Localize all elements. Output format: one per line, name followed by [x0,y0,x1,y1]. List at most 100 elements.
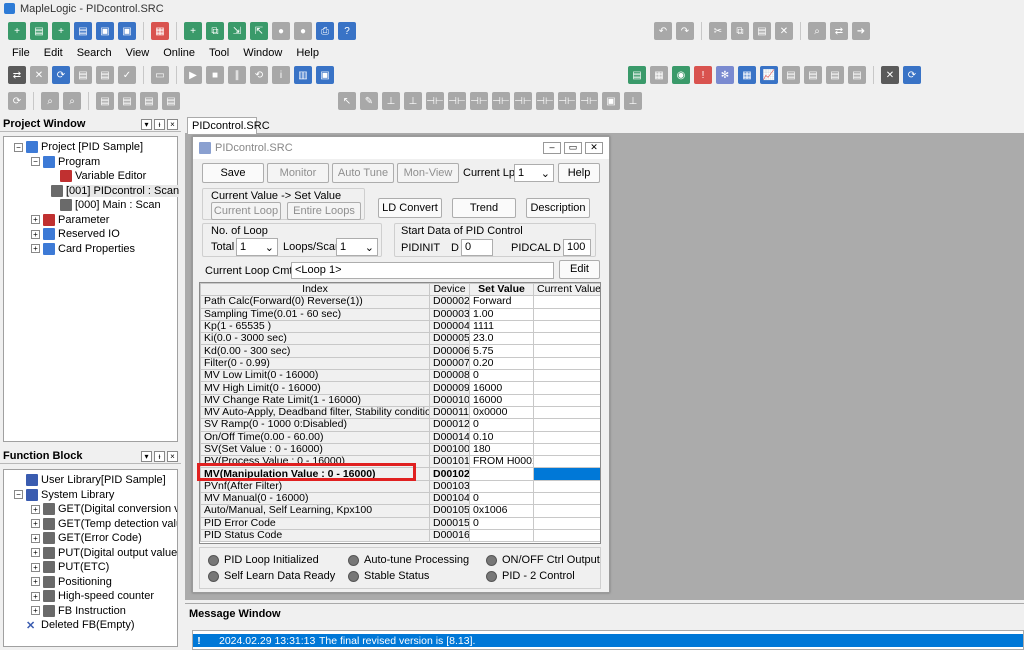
tab-pidcontrol[interactable]: PIDcontrol.SRC [187,117,270,134]
expander-icon[interactable]: + [31,591,40,601]
table-row[interactable]: Filter(0 - 0.99) D00007 0.20 [200,356,600,371]
program-import-icon[interactable]: ⇱ [250,22,268,40]
expander-icon[interactable]: + [31,533,40,543]
project-tree-item[interactable]: + Reserved IO [14,227,177,242]
save-icon[interactable]: ▣ [96,22,114,40]
project-tree-item[interactable]: + Parameter [14,213,177,228]
ladder-tool-icon[interactable]: ⟳ [8,92,26,110]
data-monitor-icon[interactable]: ▤ [628,66,646,84]
table-row[interactable]: MV Low Limit(0 - 16000) D00008 0 [200,369,600,383]
table-row[interactable]: MV Auto-Apply, Deadband filter, Stabilit… [200,405,600,420]
table-row[interactable]: MV(Manipulation Value : 0 - 16000) D00102 [200,467,600,481]
menu-file[interactable]: File [12,47,30,59]
edit-button[interactable]: Edit [559,260,600,279]
cell-set-value[interactable]: 16000 [469,381,534,395]
project-tree-item[interactable]: − Program [14,155,177,170]
cell-current-value[interactable] [533,418,600,432]
doc-icon[interactable]: ▤ [782,66,800,84]
loops-scan-select[interactable]: 1 ⌄ [336,238,378,256]
cell-set-value[interactable]: 0x1006 [469,504,534,518]
table-row[interactable]: MV Manual(0 - 16000) D00104 0 [200,492,600,506]
current-lp-select[interactable]: 1 ⌄ [514,164,554,182]
coil-reset-icon[interactable]: ⊣⊢ [558,92,576,110]
function-block-item[interactable]: + GET(Error Code) [14,531,177,546]
cell-set-value[interactable]: 0 [469,516,534,530]
table-row[interactable]: PV(Process Value : 0 - 16000) D00101 FROM … [200,455,600,469]
panel-dropdown-icon[interactable]: ▾ [141,118,152,130]
program-copy-icon[interactable]: ⧉ [206,22,224,40]
ladder-end-icon[interactable]: ⊥ [624,92,642,110]
stop-plc-icon[interactable]: ■ [206,66,224,84]
box-icon[interactable]: ▣ [602,92,620,110]
fb-pin-icon[interactable]: ᵻ [154,450,165,462]
cell-current-value[interactable] [533,528,600,543]
cell-current-value[interactable] [533,430,600,444]
cell-set-value[interactable]: 0.10 [469,430,534,444]
calculator-icon[interactable]: ▦ [738,66,756,84]
cell-current-value[interactable] [533,295,600,309]
minimize-icon[interactable]: – [543,142,561,154]
table-row[interactable]: MV Change Rate Limit(1 - 16000) D00010 160… [200,393,600,407]
save-all-icon[interactable]: ▣ [118,22,136,40]
menu-window[interactable]: Window [243,47,282,59]
cell-current-value[interactable] [533,467,600,481]
cell-current-value[interactable] [533,332,600,346]
zoom-out-icon[interactable]: ⌕ [63,92,81,110]
function-block-item[interactable]: + PUT(Digital output value) [14,546,177,561]
program-add-icon[interactable]: + [184,22,202,40]
function-block-item[interactable]: − System Library [14,488,177,503]
cell-set-value[interactable]: Forward [469,295,534,309]
delete-icon[interactable]: ✕ [775,22,793,40]
grid-icon[interactable]: ▦ [151,22,169,40]
info-icon[interactable]: i [272,66,290,84]
row-insert-icon[interactable]: ▤ [96,92,114,110]
replace-icon[interactable]: ⇄ [830,22,848,40]
book-icon[interactable]: ▥ [294,66,312,84]
expander-icon[interactable]: − [14,142,23,152]
cell-current-value[interactable] [533,369,600,383]
cut-icon[interactable]: ✂ [709,22,727,40]
ld-convert-button[interactable]: LD Convert [378,198,442,218]
panel-pin-icon[interactable]: ᵻ [154,118,165,130]
menu-view[interactable]: View [126,47,150,59]
redo-icon[interactable]: ↷ [676,22,694,40]
expander-icon[interactable]: + [31,606,40,616]
open-file-icon[interactable]: ▤ [74,22,92,40]
expander-icon[interactable]: + [31,519,40,529]
expander-icon[interactable]: − [14,490,23,500]
help-icon[interactable]: ? [338,22,356,40]
cell-set-value[interactable]: 5.75 [469,344,534,358]
cell-set-value[interactable]: 23.0 [469,332,534,346]
read-plc-icon[interactable]: ▤ [74,66,92,84]
cell-set-value[interactable]: 1111 [469,319,534,334]
menu-tool[interactable]: Tool [209,47,229,59]
glasses-icon[interactable]: ◉ [672,66,690,84]
auto-tune-button[interactable]: Auto Tune [332,163,394,183]
contact-no-icon[interactable]: ⊣⊢ [426,92,444,110]
expander-icon[interactable]: − [31,157,40,167]
pause-icon[interactable]: ∥ [228,66,246,84]
current-loop-button[interactable]: Current Loop [211,202,281,220]
ladder-node-icon[interactable]: ⊥ [382,92,400,110]
doc-lock-icon[interactable]: ▤ [848,66,866,84]
table-row[interactable]: SV Ramp(0 - 1000 0:Disabled) D00012 0 [200,418,600,432]
project-tree-item[interactable]: Variable Editor [14,169,177,184]
cell-current-value[interactable] [533,479,600,494]
fb-dropdown-icon[interactable]: ▾ [141,450,152,462]
table-row[interactable]: PID Error Code D00015 0 [200,516,600,530]
function-block-item[interactable]: + FB Instruction [14,604,177,619]
expander-icon[interactable]: + [31,577,40,587]
contact-nc-icon[interactable]: ⊣⊢ [448,92,466,110]
goto-icon[interactable]: ➜ [852,22,870,40]
cell-set-value[interactable] [469,528,534,543]
menu-search[interactable]: Search [77,47,112,59]
maximize-icon[interactable]: ▭ [564,142,582,154]
table-row[interactable]: PVnf(After Filter) D00103 [200,479,600,494]
open-project-icon[interactable]: ▤ [30,22,48,40]
coil-set-icon[interactable]: ⊣⊢ [536,92,554,110]
find-icon[interactable]: ⌕ [808,22,826,40]
cell-current-value[interactable] [533,356,600,371]
total-select[interactable]: 1 ⌄ [236,238,278,256]
cell-current-value[interactable] [533,492,600,506]
project-tree-item[interactable]: + Card Properties [14,242,177,257]
